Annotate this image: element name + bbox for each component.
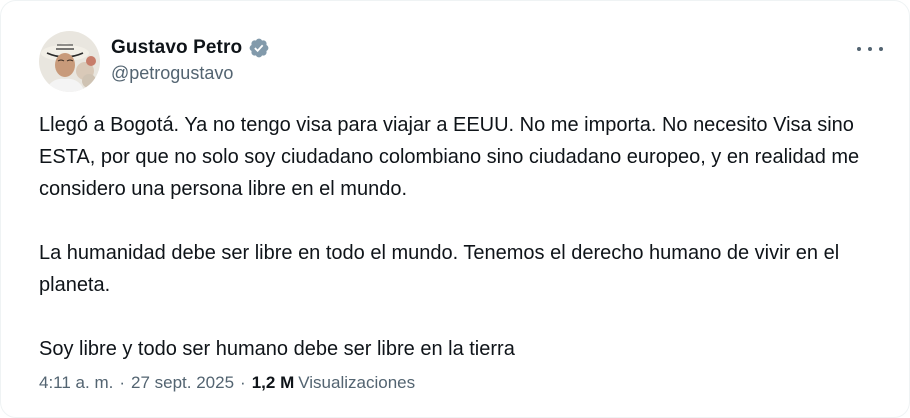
avatar[interactable] [39, 31, 100, 92]
meta-separator: · [240, 373, 246, 392]
tweet-paragraph: La humanidad debe ser libre en todo el m… [39, 242, 840, 296]
user-handle[interactable]: @petrogustavo [111, 63, 233, 84]
views-count[interactable]: 1,2 M [252, 373, 295, 393]
author-name-row: Gustavo Petro [111, 35, 270, 61]
tweet-paragraph: Soy libre y todo ser humano debe ser lib… [39, 338, 515, 360]
meta-separator: · [119, 373, 126, 392]
more-dot [879, 47, 883, 51]
tweet-time[interactable]: 4:11 a. m. [39, 373, 113, 393]
tweet-paragraph: Llegó a Bogotá. Ya no tengo visa para vi… [39, 114, 860, 200]
display-name[interactable]: Gustavo Petro [111, 37, 242, 59]
more-horizontal-icon[interactable] [857, 39, 883, 59]
tweet-date[interactable]: 27 sept. 2025 [131, 373, 234, 393]
tweet-text: Llegó a Bogotá. Ya no tengo visa para vi… [39, 109, 879, 365]
tweet-metadata: 4:11 a. m. · 27 sept. 2025 · 1,2 M Visua… [39, 373, 415, 393]
tweet-card: Gustavo Petro @petrogustavo Llegó a Bogo… [0, 0, 910, 418]
verified-badge-icon[interactable] [248, 37, 270, 59]
more-dot [868, 47, 872, 51]
more-dot [857, 47, 861, 51]
views-label: Visualizaciones [298, 373, 416, 392]
